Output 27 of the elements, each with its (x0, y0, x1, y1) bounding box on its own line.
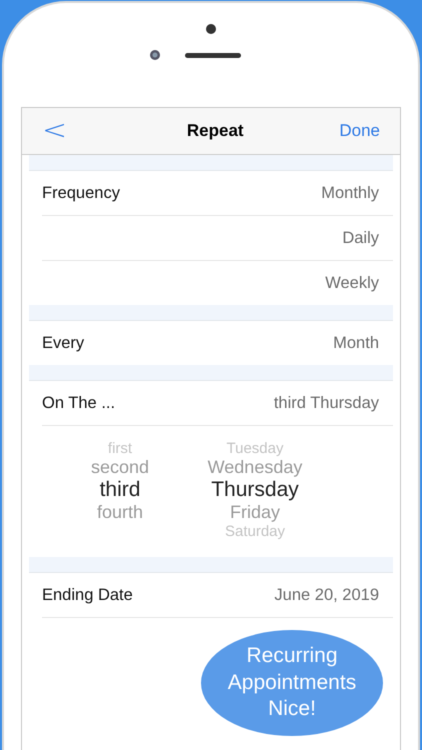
row-label: On The ... (42, 394, 116, 412)
screen-title: Repeat (186, 121, 244, 141)
picker-option[interactable]: Friday (230, 502, 280, 523)
row-value: Weekly (325, 274, 379, 292)
row-value: third Thursday (274, 394, 379, 412)
settings-row[interactable]: Frequency Monthly (42, 171, 393, 216)
done-button[interactable]: Done (339, 121, 380, 141)
settings-row[interactable]: On The ... third Thursday (42, 381, 393, 426)
front-sensor-icon (206, 24, 216, 34)
row-value: Daily (342, 228, 379, 248)
row-value: Monthly (321, 184, 379, 202)
row-label: Frequency (42, 184, 120, 202)
picker-option[interactable]: third (100, 478, 140, 502)
picker-option[interactable]: Thursday (211, 478, 299, 502)
speech-bubble: Recurring Appointments Nice! (201, 630, 383, 736)
settings-row[interactable]: Every Month (42, 321, 393, 365)
row-label: Every (42, 334, 84, 352)
row-label: Ending Date (42, 586, 133, 604)
picker-option[interactable]: fourth (96, 502, 144, 523)
row-value: June 20, 2019 (274, 586, 379, 604)
settings-row[interactable]: Ending Date June 20, 2019 (42, 573, 393, 617)
picker-option[interactable]: second (90, 457, 150, 478)
settings-row[interactable]: Daily (42, 216, 393, 261)
row-value: Month (333, 334, 379, 352)
picker-option[interactable]: Wednesday (208, 457, 302, 478)
settings-row[interactable]: Weekly (42, 261, 393, 305)
back-button[interactable]: < (42, 118, 68, 144)
